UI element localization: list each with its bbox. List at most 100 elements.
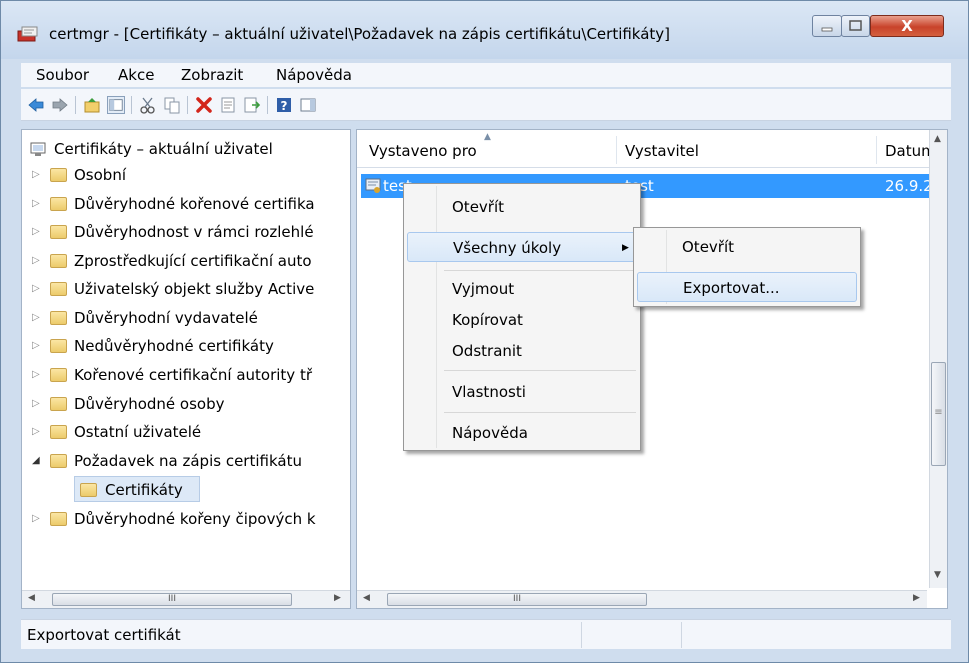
folder-icon	[50, 454, 67, 468]
delete-icon[interactable]	[195, 96, 213, 114]
list-header: ▲ Vystaveno pro Vystavitel Datum	[357, 130, 947, 168]
submenu-item-otevrit[interactable]: Otevřít	[637, 232, 857, 262]
menu-item-label: Odstranit	[452, 342, 522, 360]
properties-icon[interactable]	[219, 96, 237, 114]
tree-item-label: Důvěryhodní vydavatelé	[74, 309, 258, 327]
menu-item-label: Všechny úkoly	[453, 239, 562, 257]
certificate-store-icon	[30, 142, 46, 156]
menu-item-label: Otevřít	[682, 238, 735, 256]
menu-item-kopirovat[interactable]: Kopírovat	[407, 305, 637, 335]
folder-icon	[50, 368, 67, 382]
column-header-issued-to[interactable]: Vystaveno pro	[369, 142, 477, 160]
tree-item-label: Kořenové certifikační autority tř	[74, 366, 313, 384]
minimize-icon	[821, 27, 833, 32]
close-icon: X	[901, 17, 913, 35]
help-icon[interactable]: ?	[275, 96, 293, 114]
scrollbar-thumb[interactable]: ≡	[931, 362, 946, 466]
column-header-issuer[interactable]: Vystavitel	[625, 142, 699, 160]
scroll-left-icon[interactable]: ◀	[363, 593, 370, 603]
maximize-icon	[849, 20, 862, 31]
expand-arrow-icon[interactable]: ▷	[32, 219, 42, 245]
folder-icon	[50, 425, 67, 439]
folder-icon	[50, 339, 67, 353]
expand-arrow-icon[interactable]: ▷	[32, 391, 42, 417]
folder-icon	[50, 311, 67, 325]
tree-root-label: Certifikáty – aktuální uživatel	[54, 140, 273, 158]
expand-arrow-icon[interactable]: ▷	[32, 362, 42, 388]
folder-icon	[50, 254, 67, 268]
tree-item-label: Osobní	[74, 166, 126, 184]
tree-item-label: Nedůvěryhodné certifikáty	[74, 337, 274, 355]
export-list-icon[interactable]	[243, 96, 261, 114]
context-menu: Otevřít Všechny úkoly ▶ Vyjmout Kopírova…	[403, 183, 641, 451]
tree-item-certifikaty-selected[interactable]: Certifikáty	[74, 476, 200, 502]
tree-item-label: Ostatní uživatelé	[74, 423, 202, 441]
tree-item-label: Důvěryhodné kořeny čipových k	[74, 510, 316, 528]
scroll-down-icon[interactable]: ▼	[934, 570, 941, 580]
cut-icon[interactable]	[139, 96, 157, 114]
expand-arrow-icon[interactable]: ▷	[32, 333, 42, 359]
minimize-button[interactable]	[812, 15, 842, 37]
folder-icon	[80, 483, 97, 497]
submenu-arrow-icon: ▶	[622, 243, 629, 253]
status-text: Exportovat certifikát	[27, 626, 181, 644]
scroll-right-icon[interactable]: ▶	[913, 593, 920, 603]
menu-akce[interactable]: Akce	[118, 66, 154, 84]
expand-arrow-icon[interactable]: ▷	[32, 191, 42, 217]
column-header-date[interactable]: Datum	[885, 142, 929, 160]
menu-soubor[interactable]: Soubor	[36, 66, 89, 84]
collapse-arrow-icon[interactable]: ◢	[32, 448, 42, 474]
tree-horizontal-scrollbar[interactable]: ◀ III ▶	[22, 590, 350, 608]
folder-icon	[50, 168, 67, 182]
svg-text:?: ?	[281, 99, 288, 113]
sort-ascending-icon: ▲	[484, 132, 491, 142]
menu-item-odstranit[interactable]: Odstranit	[407, 336, 637, 366]
expand-arrow-icon[interactable]: ▷	[32, 276, 42, 302]
up-folder-icon[interactable]	[83, 96, 101, 114]
back-arrow-icon[interactable]	[27, 96, 45, 114]
submenu-vsechny-ukoly: Otevřít Exportovat...	[633, 227, 861, 307]
certificate-manager-icon	[17, 26, 38, 42]
tree-item-label: Důvěryhodnost v rámci rozlehlé	[74, 223, 314, 241]
expand-arrow-icon[interactable]: ▷	[32, 162, 42, 188]
list-vertical-scrollbar[interactable]: ▲ ≡ ▼	[929, 130, 947, 588]
menu-item-label: Nápověda	[452, 424, 528, 442]
tree-item-label: Certifikáty	[105, 481, 183, 499]
show-hide-action-pane-icon[interactable]	[299, 96, 317, 114]
menu-item-label: Vyjmout	[452, 280, 515, 298]
copy-icon[interactable]	[163, 96, 181, 114]
menu-item-otevrit[interactable]: Otevřít	[407, 192, 637, 222]
tree-item-label: Důvěryhodné kořenové certifika	[74, 195, 315, 213]
menu-item-vyjmout[interactable]: Vyjmout	[407, 274, 637, 304]
submenu-item-exportovat[interactable]: Exportovat...	[637, 272, 857, 302]
menu-item-vlastnosti[interactable]: Vlastnosti	[407, 377, 637, 407]
status-bar: Exportovat certifikát	[21, 619, 951, 649]
toolbar: ?	[21, 89, 951, 121]
expand-arrow-icon[interactable]: ▷	[32, 506, 42, 532]
console-tree-pane: Certifikáty – aktuální uživatel ▷ Osobní…	[21, 129, 351, 609]
show-hide-tree-icon[interactable]	[107, 96, 125, 114]
tree-item-label: Zprostředkující certifikační auto	[74, 252, 312, 270]
scroll-up-icon[interactable]: ▲	[934, 134, 941, 144]
tree-item-label: Uživatelský objekt služby Active	[74, 280, 315, 298]
folder-icon	[50, 397, 67, 411]
expand-arrow-icon[interactable]: ▷	[32, 419, 42, 445]
scroll-left-icon[interactable]: ◀	[28, 593, 35, 603]
menu-zobrazit[interactable]: Zobrazit	[181, 66, 243, 84]
close-button[interactable]: X	[870, 15, 944, 37]
scrollbar-thumb[interactable]: III	[52, 593, 292, 606]
forward-arrow-icon[interactable]	[51, 96, 69, 114]
scroll-right-icon[interactable]: ▶	[334, 593, 341, 603]
menu-item-label: Otevřít	[452, 198, 505, 216]
menu-napoveda[interactable]: Nápověda	[276, 66, 352, 84]
scrollbar-thumb[interactable]: III	[387, 593, 647, 606]
menu-item-napoveda[interactable]: Nápověda	[407, 418, 637, 448]
expand-arrow-icon[interactable]: ▷	[32, 248, 42, 274]
menu-item-label: Vlastnosti	[452, 383, 526, 401]
folder-icon	[50, 512, 67, 526]
menu-item-vsechny-ukoly[interactable]: Všechny úkoly ▶	[407, 232, 637, 262]
list-horizontal-scrollbar[interactable]: ◀ III ▶	[357, 590, 927, 608]
expand-arrow-icon[interactable]: ▷	[32, 305, 42, 331]
maximize-button[interactable]	[841, 15, 870, 37]
tree-item-label: Důvěryhodné osoby	[74, 395, 225, 413]
